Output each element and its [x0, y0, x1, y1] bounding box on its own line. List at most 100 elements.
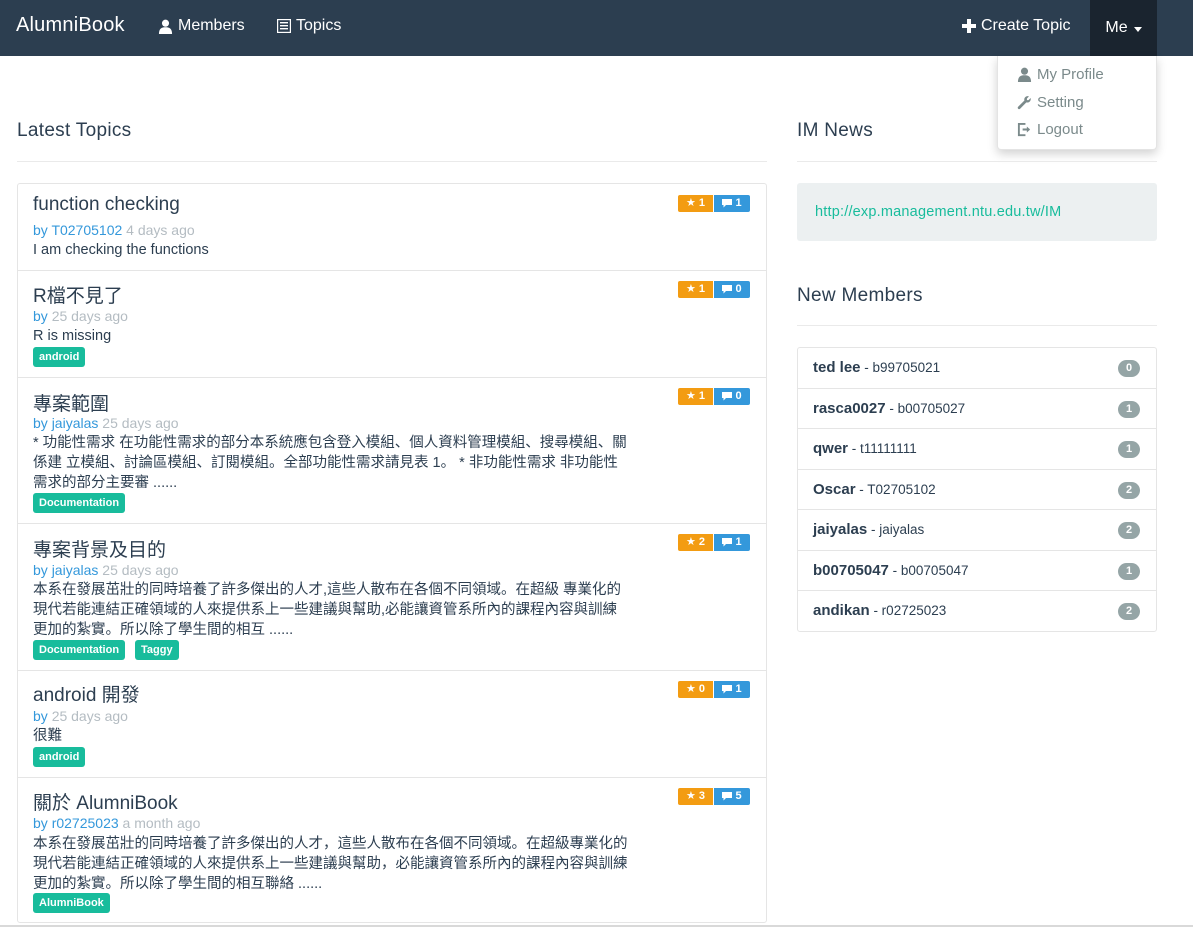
star-icon: ★ — [686, 683, 696, 695]
member-row[interactable]: Oscar - T02705102 2 — [798, 469, 1156, 509]
topic-by-label: by — [33, 815, 48, 831]
star-count-badge: ★ 1 — [678, 388, 713, 405]
member-id: - b00705027 — [885, 401, 966, 416]
member-count-badge: 2 — [1118, 522, 1140, 539]
dropdown-logout[interactable]: Logout — [1017, 121, 1083, 138]
topic-title[interactable]: function checking — [33, 194, 180, 216]
member-row[interactable]: jaiyalas - jaiyalas 2 — [798, 509, 1156, 549]
dropdown-logout-label: Logout — [1037, 121, 1083, 138]
member-username: b00705047 — [813, 562, 889, 579]
comment-count-badge: 1 — [714, 681, 750, 698]
member-count-badge: 2 — [1118, 603, 1140, 620]
member-name: ted lee - b99705021 — [813, 359, 940, 376]
comment-icon — [722, 538, 733, 547]
comment-count-badge: 1 — [714, 534, 750, 551]
latest-topics-heading: Latest Topics — [17, 120, 132, 141]
member-row[interactable]: b00705047 - b00705047 1 — [798, 550, 1156, 590]
star-count: 1 — [698, 283, 705, 295]
topic-time: 25 days ago — [102, 562, 179, 578]
star-icon: ★ — [686, 283, 696, 295]
tag-label[interactable]: android — [33, 747, 86, 767]
member-username: jaiyalas — [813, 521, 868, 538]
topic-time: 4 days ago — [126, 222, 195, 238]
star-icon: ★ — [686, 197, 696, 209]
member-count-badge: 1 — [1118, 401, 1140, 418]
star-count-badge: ★ 1 — [678, 281, 713, 298]
member-count-badge: 0 — [1118, 360, 1140, 377]
topic-meta: by 25 days ago — [33, 708, 128, 724]
topic-title[interactable]: 專案範圍 — [33, 389, 109, 416]
wrench-icon — [1017, 96, 1031, 110]
new-members-divider — [797, 325, 1157, 326]
dropdown-my-profile[interactable]: My Profile — [1017, 66, 1104, 83]
dropdown-setting-label: Setting — [1037, 94, 1084, 111]
star-count-badge: ★ 3 — [678, 788, 713, 805]
member-name: andikan - r02725023 — [813, 602, 946, 619]
dropdown-setting[interactable]: Setting — [1017, 94, 1084, 111]
create-topic-button[interactable]: Create Topic — [962, 17, 1071, 35]
member-id: - r02725023 — [869, 603, 947, 618]
member-row[interactable]: andikan - r02725023 2 — [798, 590, 1156, 630]
star-count: 0 — [698, 683, 705, 695]
tag-label[interactable]: AlumniBook — [33, 893, 110, 913]
member-name: Oscar - T02705102 — [813, 481, 936, 498]
comment-count: 1 — [735, 197, 742, 209]
topic-divider — [18, 670, 766, 671]
comment-count: 1 — [735, 683, 742, 695]
topic-author-link[interactable]: jaiyalas — [52, 562, 99, 578]
topic-author-link[interactable]: r02725023 — [52, 815, 119, 831]
logout-icon — [1017, 122, 1031, 137]
member-row[interactable]: ted lee - b99705021 0 — [798, 348, 1156, 388]
im-news-link[interactable]: http://exp.management.ntu.edu.tw/IM — [815, 204, 1061, 220]
topic-time: 25 days ago — [51, 708, 128, 724]
new-members-heading: New Members — [797, 285, 923, 306]
me-label: Me — [1105, 19, 1128, 36]
comment-count-badge: 1 — [714, 195, 750, 212]
members-list: ted lee - b99705021 0 rasca0027 - b00705… — [797, 347, 1157, 632]
topic-by-label: by — [33, 708, 48, 724]
nav-topics-link[interactable]: Topics — [277, 17, 341, 35]
topic-time: 25 days ago — [51, 308, 128, 324]
topic-divider — [18, 270, 766, 271]
comment-icon — [722, 685, 733, 694]
member-username: rasca0027 — [813, 400, 886, 417]
member-row[interactable]: qwer - t11111111 1 — [798, 428, 1156, 468]
me-dropdown-toggle[interactable]: Me — [1090, 0, 1157, 56]
topic-author-link[interactable]: T02705102 — [51, 222, 122, 238]
star-count-badge: ★ 0 — [678, 681, 713, 698]
topic-by-label: by — [33, 415, 48, 431]
tag-label[interactable]: Taggy — [135, 640, 179, 660]
tag-label[interactable]: android — [33, 347, 86, 367]
tag-label[interactable]: Documentation — [33, 640, 126, 660]
star-count: 3 — [698, 790, 705, 802]
plus-icon — [962, 19, 976, 33]
star-icon: ★ — [686, 536, 696, 548]
comment-count-badge: 0 — [714, 281, 750, 298]
member-row[interactable]: rasca0027 - b00705027 1 — [798, 388, 1156, 428]
topic-divider — [18, 377, 766, 378]
topic-excerpt: 很難 — [33, 728, 62, 744]
star-count-badge: ★ 2 — [678, 534, 713, 551]
topic-title[interactable]: 專案背景及目的 — [33, 535, 166, 562]
caret-down-icon — [1133, 26, 1142, 32]
member-id: - b00705047 — [888, 563, 969, 578]
tag-label[interactable]: Documentation — [33, 493, 126, 513]
member-id: - jaiyalas — [867, 522, 925, 537]
comment-count: 0 — [735, 283, 742, 295]
topic-by-label: by — [33, 562, 48, 578]
brand-logo[interactable]: AlumniBook — [16, 14, 125, 37]
comment-count-badge: 5 — [714, 788, 750, 805]
nav-members-link[interactable]: Members — [158, 17, 245, 35]
topic-meta: by jaiyalas 25 days ago — [33, 562, 179, 578]
topic-title[interactable]: R檔不見了 — [33, 281, 123, 308]
topic-by-label: by — [33, 308, 48, 324]
topics-list: function checking by T02705102 4 days ag… — [17, 183, 767, 923]
topic-excerpt: R is missing — [33, 328, 112, 344]
topic-meta: by 25 days ago — [33, 308, 128, 324]
topic-excerpt: * 功能性需求 在功能性需求的部分本系統應包含登入模組、個人資料管理模組、搜尋模… — [33, 435, 627, 491]
topic-title[interactable]: 關於 AlumniBook — [33, 788, 178, 815]
topic-author-link[interactable]: jaiyalas — [52, 415, 99, 431]
star-count: 2 — [698, 536, 705, 548]
topic-title[interactable]: android 開發 — [33, 680, 140, 707]
topic-excerpt: 本系在發展茁壯的同時培養了許多傑出的人才，這些人散布在各個不同領域。在超級專業化… — [33, 836, 628, 892]
